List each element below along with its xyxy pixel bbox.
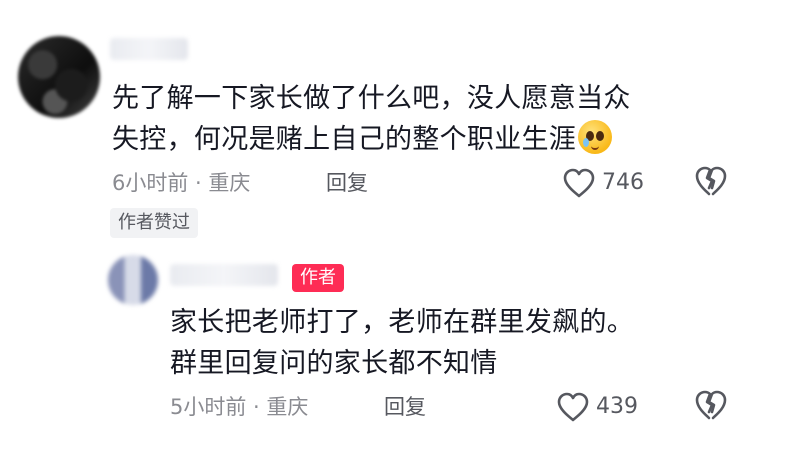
heart-outline-icon <box>557 392 589 422</box>
reply-meta: 5小时前 · 重庆 <box>170 395 309 419</box>
heart-outline-icon <box>563 168 595 198</box>
comment-meta: 6小时前 · 重庆 <box>112 171 251 195</box>
comment-text-line2: 失控，何况是赌上自己的整个职业生涯 <box>112 124 577 155</box>
reply-like-count: 439 <box>596 394 638 419</box>
dislike-button[interactable] <box>694 166 728 198</box>
avatar[interactable] <box>18 36 100 118</box>
comment-text: 先了解一下家长做了什么吧，没人愿意当众 失控，何况是赌上自己的整个职业生涯 <box>112 78 752 160</box>
reply-username-blurred[interactable] <box>170 264 278 286</box>
like-count: 746 <box>602 170 644 195</box>
reply-avatar[interactable] <box>108 255 158 305</box>
comment-text-line1: 先了解一下家长做了什么吧，没人愿意当众 <box>112 83 631 114</box>
reply-text-line2: 群里回复问的家长都不知情 <box>170 348 498 379</box>
author-liked-tag: 作者赞过 <box>110 208 198 238</box>
author-badge: 作者 <box>292 264 344 292</box>
username-blurred[interactable] <box>110 38 188 60</box>
reply-button[interactable]: 回复 <box>326 168 368 198</box>
like-button[interactable]: 746 <box>562 168 644 198</box>
broken-heart-icon <box>695 390 727 420</box>
reply-like-button[interactable]: 439 <box>556 392 638 422</box>
reply-text-line1: 家长把老师打了，老师在群里发飙的。 <box>170 307 635 338</box>
broken-heart-icon <box>695 166 727 196</box>
pleading-face-emoji-icon <box>578 120 613 154</box>
reply-text: 家长把老师打了，老师在群里发飙的。 群里回复问的家长都不知情 <box>170 302 770 384</box>
reply-reply-button[interactable]: 回复 <box>384 392 426 422</box>
reply-dislike-button[interactable] <box>694 390 728 422</box>
